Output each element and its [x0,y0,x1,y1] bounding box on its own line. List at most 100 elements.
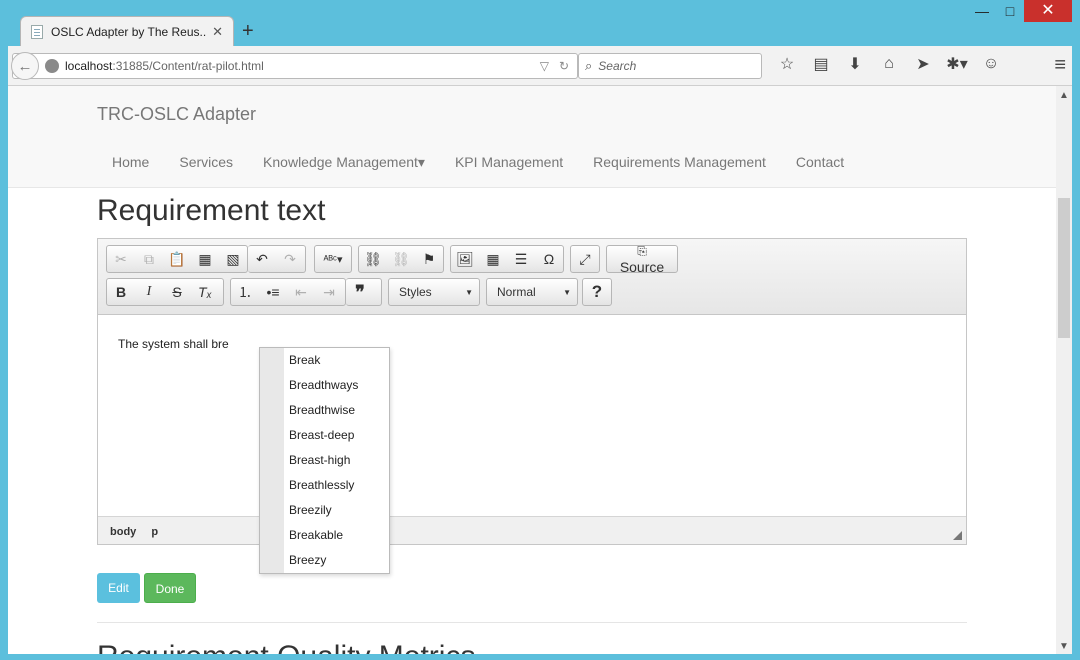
page-title: Requirement text [97,194,326,227]
scroll-up-icon[interactable]: ▲ [1059,90,1069,101]
help-button[interactable]: ? [583,282,611,302]
undo-icon[interactable]: ↶ [248,251,276,268]
link-icon[interactable]: ⛓ [359,251,387,268]
browser-window: OSLC Adapter by The Reus... ✕ + — □ ✕ ← … [0,0,1080,660]
list-item[interactable]: Breadthwise [260,398,389,423]
strikethrough-icon[interactable]: S [163,284,191,300]
browser-toolbar: ← localhost:31885/Content/rat-pilot.html… [8,46,1072,86]
horizontal-rule-icon[interactable]: ☰ [507,251,535,268]
list-item[interactable]: Breathlessly [260,473,389,498]
divider [97,622,967,623]
nav-knowledge-management[interactable]: Knowledge Management▾ [263,154,425,171]
path-p[interactable]: p [151,526,158,538]
list-item[interactable]: Breezy [260,548,389,573]
autocomplete-list: Break Breadthways Breadthwise Breast-dee… [259,347,390,574]
nav-home[interactable]: Home [112,154,149,171]
spellcheck-icon[interactable]: ᴬᴮᶜ▾ [315,253,351,266]
browser-tab[interactable]: OSLC Adapter by The Reus... ✕ [20,16,234,46]
minimize-button[interactable]: — [968,0,996,22]
home-icon[interactable]: ⌂ [872,55,906,73]
rich-text-editor: ✂ ⧉ 📋 ▦ ▧ ↶ ↷ ᴬᴮᶜ▾ ⛓ ⛓ ⚑ 🖼 ▦ ☰ Ω ⤢ ⎘ Sou… [97,238,967,545]
unlink-icon[interactable]: ⛓ [387,251,415,268]
star-icon[interactable]: ☆ [770,54,804,74]
edit-button[interactable]: Edit [97,573,140,603]
back-arrow-icon[interactable]: ← [11,52,39,80]
list-item[interactable]: Breakable [260,523,389,548]
titlebar: OSLC Adapter by The Reus... ✕ + — □ ✕ [0,0,1080,46]
bold-icon[interactable]: B [107,284,135,300]
image-icon[interactable]: 🖼 [451,251,479,268]
editor-content[interactable]: The system shall bre [98,315,966,516]
page-scrollbar[interactable]: ▲ ▼ [1056,86,1072,654]
styles-combo-label: Styles [399,285,432,299]
dropdown-arrow-icon[interactable]: ▽ [540,59,549,73]
tab-title: OSLC Adapter by The Reus... [51,24,207,39]
bulleted-list-icon[interactable]: •≡ [259,284,287,300]
copy-icon[interactable]: ⧉ [135,251,163,268]
reader-icon[interactable]: ▤ [804,54,838,74]
nav-kpi-management[interactable]: KPI Management [455,154,563,171]
address-bar[interactable]: ← localhost:31885/Content/rat-pilot.html… [11,52,578,80]
nav-requirements-management[interactable]: Requirements Management [593,154,766,171]
nav-services[interactable]: Services [179,154,233,171]
search-input[interactable]: ⌕ Search [578,53,762,79]
source-button[interactable]: ⎘ Source [607,244,677,275]
editor-path-bar: body p [98,516,966,544]
hamburger-menu-icon[interactable]: ≡ [1054,54,1066,77]
reload-icon[interactable]: ↻ [559,59,569,73]
paste-text-icon[interactable]: ▦ [191,251,219,268]
emoji-icon[interactable]: ☺ [974,55,1008,73]
new-tab-button[interactable]: + [242,20,254,42]
editor-toolbar: ✂ ⧉ 📋 ▦ ▧ ↶ ↷ ᴬᴮᶜ▾ ⛓ ⛓ ⚑ 🖼 ▦ ☰ Ω ⤢ ⎘ Sou… [98,239,966,315]
special-char-icon[interactable]: Ω [535,251,563,267]
remove-format-icon[interactable]: Tₓ [191,284,219,300]
anchor-flag-icon[interactable]: ⚑ [415,251,443,268]
format-combo-label: Normal [497,285,536,299]
search-placeholder: Search [598,59,637,73]
styles-combo[interactable]: Styles ▼ [388,278,480,306]
numbered-list-icon[interactable]: ⒈ [231,282,259,302]
indent-icon[interactable]: ⇥ [315,284,343,301]
cut-icon[interactable]: ✂ [107,251,135,268]
source-label: Source [619,258,665,275]
outdent-icon[interactable]: ⇤ [287,284,315,301]
table-icon[interactable]: ▦ [479,251,507,268]
resize-handle-icon[interactable] [953,531,962,540]
maximize-button[interactable]: □ [996,0,1024,22]
paste-word-icon[interactable]: ▧ [219,251,247,268]
url-path: :31885/Content/rat-pilot.html [112,59,264,73]
site-nav: Home Services Knowledge Management▾ KPI … [97,154,874,171]
download-icon[interactable]: ⬇ [838,54,872,74]
maximize-icon[interactable]: ⤢ [571,251,599,268]
requirement-text[interactable]: The system shall bre [118,337,229,351]
path-body[interactable]: body [110,526,136,538]
nav-contact[interactable]: Contact [796,154,844,171]
send-icon[interactable]: ➤ [906,54,940,74]
redo-icon[interactable]: ↷ [276,251,304,268]
paste-icon[interactable]: 📋 [163,251,191,268]
site-header: TRC-OSLC Adapter Home Services Knowledge… [8,86,1056,188]
page-viewport: TRC-OSLC Adapter Home Services Knowledge… [8,86,1056,654]
list-item[interactable]: Breast-deep [260,423,389,448]
list-item[interactable]: Breezily [260,498,389,523]
search-icon: ⌕ [585,58,593,73]
page-icon [31,24,43,39]
list-item[interactable]: Breadthways [260,373,389,398]
chevron-down-icon: ▼ [465,287,473,297]
close-window-button[interactable]: ✕ [1024,0,1072,22]
format-combo[interactable]: Normal ▼ [486,278,578,306]
blockquote-icon[interactable]: ❞ [346,282,374,303]
done-button[interactable]: Done [144,573,196,603]
url-host: localhost [65,59,113,73]
site-brand[interactable]: TRC-OSLC Adapter [97,104,256,125]
extension-icon[interactable]: ✱▾ [940,54,974,74]
chevron-down-icon: ▼ [563,287,571,297]
list-item[interactable]: Breast-high [260,448,389,473]
list-item[interactable]: Break [260,348,389,373]
tab-close-icon[interactable]: ✕ [212,24,223,40]
scrollbar-thumb[interactable] [1058,198,1070,338]
section-title: Requirement Quality Metrics [97,640,475,654]
scroll-down-icon[interactable]: ▼ [1059,641,1069,652]
globe-icon [45,59,59,73]
italic-icon[interactable]: I [135,284,163,300]
